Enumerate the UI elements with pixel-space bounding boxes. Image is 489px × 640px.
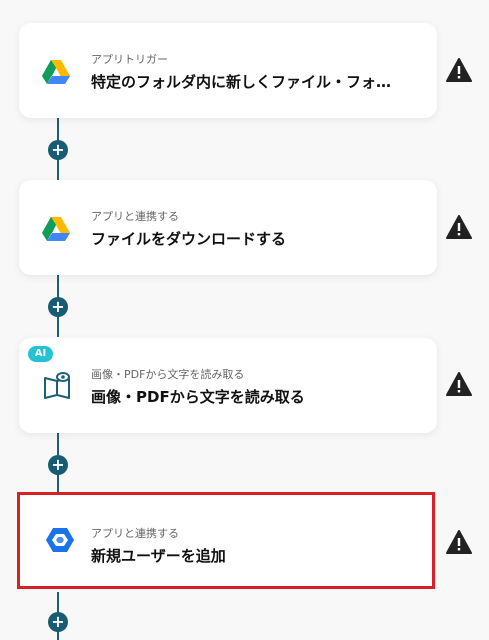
step-subtitle: 画像・PDFから文字を読み取る xyxy=(91,368,245,381)
google-drive-icon xyxy=(41,56,71,86)
flow-step-card[interactable]: アプリトリガー 特定のフォルダ内に新しくファイル・フォ… xyxy=(19,23,437,118)
warning-icon[interactable] xyxy=(446,372,472,396)
step-subtitle: アプリと連携する xyxy=(91,527,179,540)
add-step-button[interactable]: + xyxy=(48,297,68,317)
step-title: 特定のフォルダ内に新しくファイル・フォ… xyxy=(91,73,392,91)
google-drive-icon xyxy=(41,213,71,243)
add-step-button[interactable]: + xyxy=(48,612,68,632)
step-title: 新規ユーザーを追加 xyxy=(91,547,226,565)
flow-step-card[interactable]: 画像・PDFから文字を読み取る 画像・PDFから文字を読み取る xyxy=(19,338,437,433)
warning-icon[interactable] xyxy=(446,530,472,554)
step-title: ファイルをダウンロードする xyxy=(91,230,287,248)
step-title: 画像・PDFから文字を読み取る xyxy=(91,388,305,406)
step-subtitle: アプリトリガー xyxy=(91,53,168,66)
step-subtitle: アプリと連携する xyxy=(91,210,179,223)
google-workspace-icon xyxy=(45,525,75,555)
flow-step-card[interactable]: アプリと連携する ファイルをダウンロードする xyxy=(19,180,437,275)
ocr-icon xyxy=(41,368,75,402)
warning-icon[interactable] xyxy=(446,58,472,82)
add-step-button[interactable]: + xyxy=(48,140,68,160)
ai-badge: AI xyxy=(28,346,53,362)
flow-step-card-selected[interactable]: アプリと連携する 新規ユーザーを追加 xyxy=(17,492,435,589)
warning-icon[interactable] xyxy=(446,215,472,239)
add-step-button[interactable]: + xyxy=(48,455,68,475)
